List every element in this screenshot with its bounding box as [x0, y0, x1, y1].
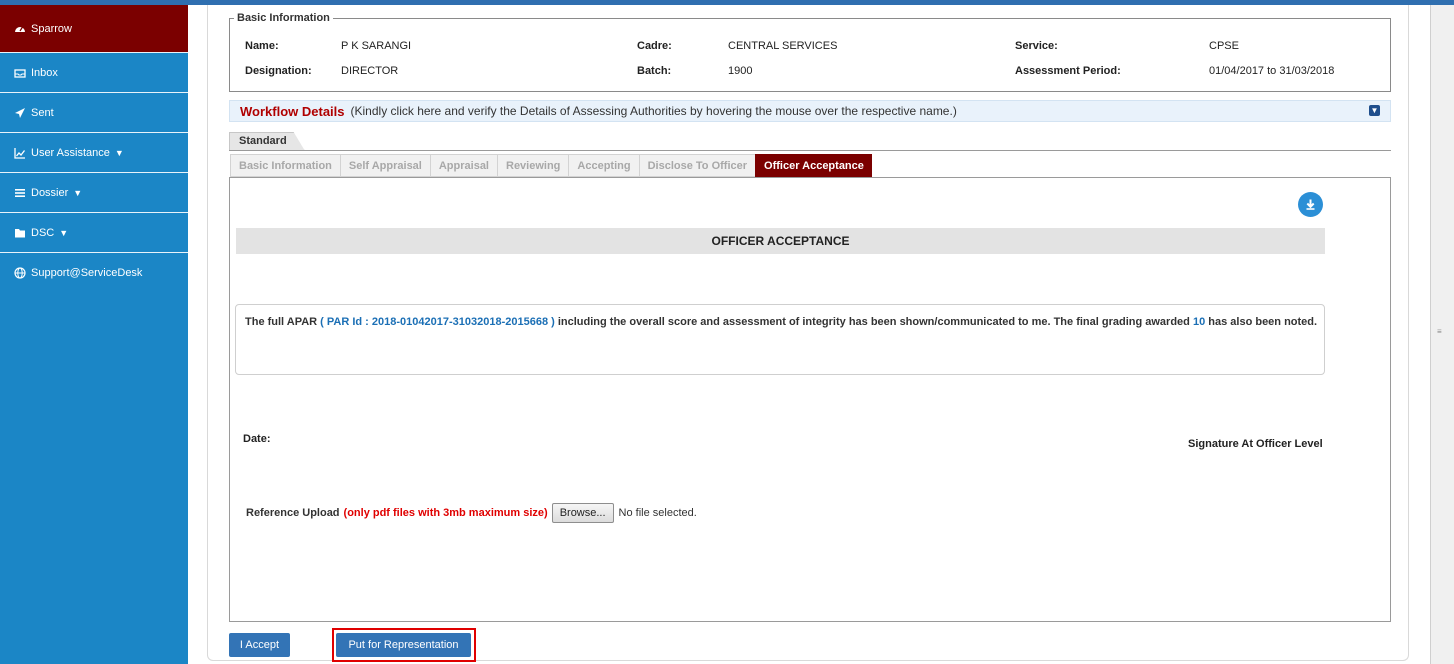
- statement-text: has also been noted.: [1208, 316, 1318, 328]
- workflow-details-bar[interactable]: Workflow Details (Kindly click here and …: [229, 100, 1391, 122]
- basic-information-legend: Basic Information: [237, 12, 330, 24]
- assessment-period-value: 01/04/2017 to 31/03/2018: [1209, 65, 1335, 77]
- sidebar-item-dossier[interactable]: Dossier ▼: [0, 173, 188, 213]
- designation-value: DIRECTOR: [341, 65, 399, 77]
- list-icon: [14, 187, 26, 199]
- expand-icon[interactable]: ▼: [1369, 105, 1380, 116]
- date-label: Date:: [243, 433, 271, 445]
- browse-button[interactable]: Browse...: [551, 503, 614, 523]
- send-icon: [14, 107, 26, 119]
- tab-standard[interactable]: Standard: [229, 132, 305, 151]
- name-label: Name:: [245, 40, 279, 52]
- workflow-title: Workflow Details: [240, 103, 345, 119]
- cadre-label: Cadre:: [637, 40, 672, 52]
- acceptance-statement: The full APAR ( PAR Id : 2018-01042017-3…: [235, 304, 1325, 375]
- tab-self-appraisal[interactable]: Self Appraisal: [339, 154, 430, 177]
- sidebar-item-label: Support@ServiceDesk: [31, 267, 143, 279]
- tab-basic-information[interactable]: Basic Information: [230, 154, 340, 177]
- final-grade: 10: [1192, 316, 1206, 328]
- service-label: Service:: [1015, 40, 1058, 52]
- tab-bar: Basic Information Self Appraisal Apprais…: [230, 154, 872, 177]
- designation-label: Designation:: [245, 65, 312, 77]
- sidebar-item-label: Inbox: [31, 66, 58, 79]
- sidebar-item-sparrow[interactable]: Sparrow: [0, 5, 188, 53]
- tab-appraisal[interactable]: Appraisal: [429, 154, 497, 177]
- tab-accepting[interactable]: Accepting: [568, 154, 639, 177]
- chart-line-icon: [14, 147, 26, 159]
- globe-icon: [14, 267, 26, 279]
- batch-label: Batch:: [637, 65, 672, 77]
- reference-upload: Reference Upload (only pdf files with 3m…: [246, 503, 697, 523]
- inbox-icon: [14, 67, 26, 79]
- scroll-grip-icon: ≡: [1437, 327, 1442, 336]
- section-title: OFFICER ACCEPTANCE: [236, 228, 1325, 254]
- sidebar-item-label: Sparrow: [31, 22, 72, 35]
- statement-text: The full APAR: [245, 316, 318, 328]
- sidebar-item-inbox[interactable]: Inbox: [0, 53, 188, 93]
- service-value: CPSE: [1209, 40, 1239, 52]
- highlight-box: [332, 628, 476, 662]
- download-icon[interactable]: [1298, 192, 1323, 217]
- sidebar-item-label: Dossier: [31, 186, 69, 199]
- sidebar-item-label: DSC: [31, 226, 55, 239]
- chevron-down-icon: ▼: [59, 227, 69, 238]
- name-value: P K SARANGI: [341, 40, 412, 52]
- sidebar-item-label: Sent: [31, 106, 54, 119]
- sidebar-item-support[interactable]: Support@ServiceDesk: [0, 253, 188, 293]
- tab-officer-acceptance[interactable]: Officer Acceptance: [755, 154, 872, 177]
- cadre-value: CENTRAL SERVICES: [728, 40, 838, 52]
- workflow-description-link[interactable]: (Kindly click here and verify the Detail…: [351, 104, 957, 118]
- file-status: No file selected.: [618, 507, 697, 519]
- basic-information-fieldset: Basic Information: [229, 12, 1391, 92]
- reference-upload-note: (only pdf files with 3mb maximum size): [343, 507, 548, 519]
- divider: [229, 150, 1391, 151]
- sidebar-item-user-assistance[interactable]: User Assistance ▼: [0, 133, 188, 173]
- dashboard-icon: [14, 23, 26, 35]
- folder-icon: [14, 227, 26, 239]
- scrollbar[interactable]: ≡: [1430, 5, 1454, 664]
- sidebar-item-dsc[interactable]: DSC ▼: [0, 213, 188, 253]
- par-id: ( PAR Id : 2018-01042017-31032018-201566…: [320, 316, 555, 328]
- accept-button[interactable]: I Accept: [229, 633, 290, 657]
- chevron-down-icon: ▼: [73, 187, 83, 198]
- sidebar-item-sent[interactable]: Sent: [0, 93, 188, 133]
- tab-disclose-to-officer[interactable]: Disclose To Officer: [638, 154, 756, 177]
- sidebar-item-label: User Assistance: [31, 146, 110, 159]
- signature-label: Signature At Officer Level: [1188, 438, 1323, 450]
- tab-reviewing[interactable]: Reviewing: [497, 154, 569, 177]
- batch-value: 1900: [728, 65, 753, 77]
- statement-text: including the overall score and assessme…: [557, 316, 1190, 328]
- sidebar: Sparrow Inbox Sent User Assistance ▼ Dos…: [0, 5, 188, 664]
- chevron-down-icon: ▼: [114, 147, 124, 158]
- assessment-period-label: Assessment Period:: [1015, 65, 1121, 77]
- reference-upload-label: Reference Upload: [246, 507, 340, 519]
